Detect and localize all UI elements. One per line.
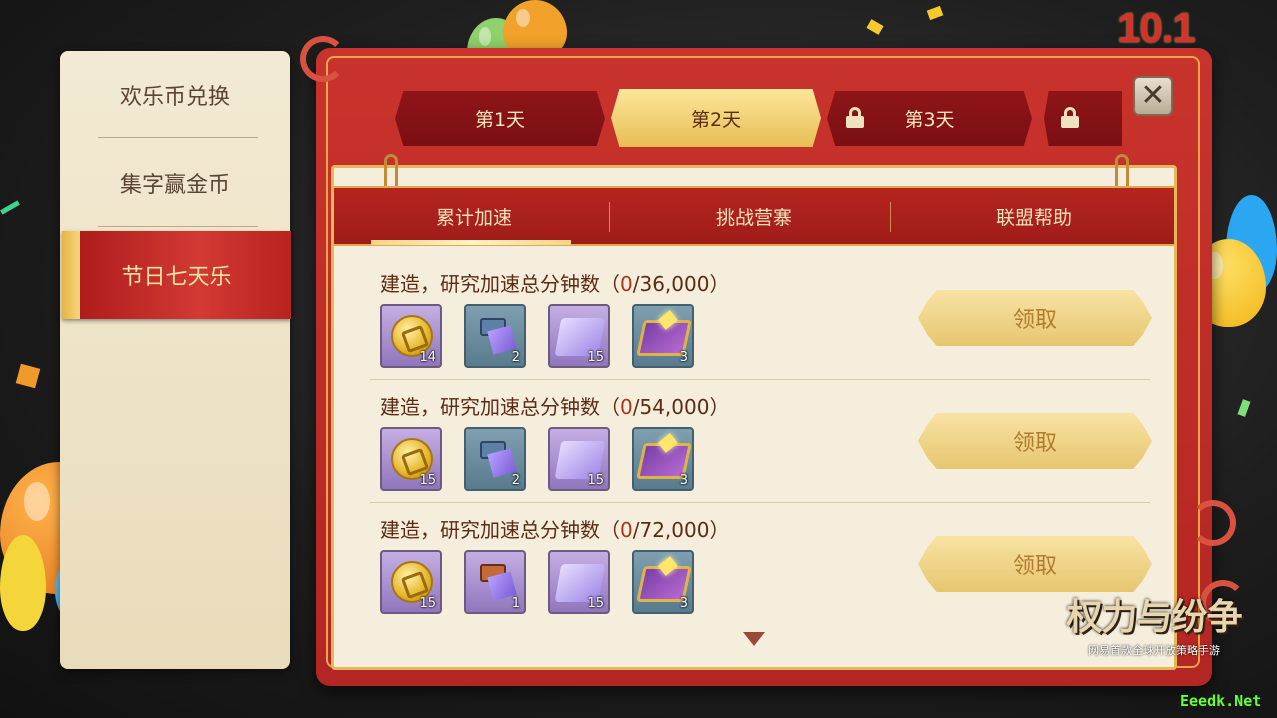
sub-tab-bar: 累计加速 挑战营寨 联盟帮助 bbox=[334, 186, 1174, 246]
claim-button-label: 领取 bbox=[1012, 431, 1057, 456]
row-divider bbox=[370, 502, 1150, 503]
task-title-suffix: /72,000） bbox=[632, 518, 730, 542]
cloud-ornament-decoration bbox=[300, 36, 346, 82]
sidebar-item-label: 欢乐币兑换 bbox=[119, 85, 230, 110]
sidebar-item-collect-characters[interactable]: 集字赢金币 bbox=[60, 139, 290, 227]
reward-count: 15 bbox=[419, 473, 436, 488]
sidebar-item-label: 集字赢金币 bbox=[119, 173, 230, 198]
tab-day-4[interactable] bbox=[1044, 91, 1122, 146]
sidebar-divider bbox=[98, 137, 258, 138]
tab-alliance-help[interactable]: 联盟帮助 bbox=[894, 188, 1174, 244]
reward-item[interactable]: 1 bbox=[464, 550, 526, 614]
task-row: 建造，研究加速总分钟数（0/36,000） 14 2 15 3 领取 bbox=[370, 268, 1152, 390]
scroll-down-arrow-icon[interactable] bbox=[743, 632, 765, 646]
tab-label: 第3天 bbox=[904, 109, 955, 131]
confetti-decoration bbox=[0, 200, 20, 215]
tab-day-3[interactable]: 第3天 bbox=[827, 91, 1032, 146]
task-row: 建造，研究加速总分钟数（0/54,000） 15 2 15 3 领取 bbox=[370, 391, 1152, 513]
reward-count: 2 bbox=[511, 473, 520, 488]
logo-title: 权力与纷争 bbox=[1066, 596, 1242, 638]
holiday-banner-text: 10.1 bbox=[1117, 4, 1196, 51]
claim-button-label: 领取 bbox=[1012, 308, 1057, 333]
reward-item[interactable]: 3 bbox=[632, 427, 694, 491]
task-title: 建造，研究加速总分钟数（0/36,000） bbox=[380, 268, 729, 297]
reward-count: 3 bbox=[679, 473, 688, 488]
reward-count: 2 bbox=[511, 350, 520, 365]
confetti-decoration bbox=[926, 5, 944, 21]
reward-count: 3 bbox=[679, 350, 688, 365]
reward-count: 15 bbox=[419, 596, 436, 611]
reward-item[interactable]: 15 bbox=[380, 427, 442, 491]
reward-item[interactable]: 15 bbox=[548, 550, 610, 614]
tab-label: 累计加速 bbox=[435, 206, 512, 229]
task-row: 建造，研究加速总分钟数（0/72,000） 15 1 15 3 领取 bbox=[370, 514, 1152, 636]
close-icon: ✕ bbox=[1140, 78, 1166, 113]
claim-button-label: 领取 bbox=[1012, 554, 1057, 579]
tab-divider bbox=[609, 202, 610, 232]
task-progress: 0 bbox=[620, 272, 633, 296]
task-progress: 0 bbox=[620, 395, 633, 419]
task-title-suffix: /54,000） bbox=[632, 395, 730, 419]
reward-item[interactable]: 3 bbox=[632, 550, 694, 614]
tab-day-2[interactable]: 第2天 bbox=[611, 89, 821, 147]
claim-button[interactable]: 领取 bbox=[918, 290, 1152, 346]
reward-item[interactable]: 3 bbox=[632, 304, 694, 368]
tab-label: 联盟帮助 bbox=[995, 206, 1072, 229]
task-title: 建造，研究加速总分钟数（0/72,000） bbox=[380, 514, 729, 543]
sidebar-item-currency-exchange[interactable]: 欢乐币兑换 bbox=[60, 51, 290, 139]
game-logo: 权力与纷争 网易首款全球开放策略手游 bbox=[1064, 588, 1244, 658]
lock-icon bbox=[1060, 107, 1080, 128]
reward-count: 14 bbox=[419, 350, 436, 365]
active-tab-indicator bbox=[371, 240, 571, 245]
task-title: 建造，研究加速总分钟数（0/54,000） bbox=[380, 391, 729, 420]
tab-divider bbox=[890, 202, 891, 232]
chest-scroll-icon bbox=[476, 316, 517, 356]
sidebar-item-holiday-seven-days[interactable]: 节日七天乐 bbox=[62, 231, 291, 319]
reward-item[interactable]: 15 bbox=[548, 427, 610, 491]
sidebar-item-label: 节日七天乐 bbox=[121, 265, 232, 290]
claim-button[interactable]: 领取 bbox=[918, 413, 1152, 469]
reward-count: 15 bbox=[587, 596, 604, 611]
tab-label: 第1天 bbox=[474, 109, 526, 131]
sidebar-divider bbox=[98, 226, 258, 227]
task-progress: 0 bbox=[620, 518, 633, 542]
reward-item[interactable]: 2 bbox=[464, 427, 526, 491]
tab-label: 挑战营寨 bbox=[715, 206, 792, 229]
tab-challenge-camp[interactable]: 挑战营寨 bbox=[614, 188, 894, 244]
reward-item[interactable]: 15 bbox=[548, 304, 610, 368]
task-title-suffix: /36,000） bbox=[632, 272, 730, 296]
confetti-decoration bbox=[866, 19, 884, 35]
chest-scroll-icon bbox=[476, 439, 517, 479]
tab-day-1[interactable]: 第1天 bbox=[395, 91, 605, 146]
cloud-ornament-decoration bbox=[1190, 500, 1236, 546]
reward-count: 15 bbox=[587, 473, 604, 488]
close-button[interactable]: ✕ bbox=[1133, 76, 1173, 116]
reward-item[interactable]: 14 bbox=[380, 304, 442, 368]
reward-count: 3 bbox=[679, 596, 688, 611]
watermark: Eeedk.Net bbox=[1180, 692, 1262, 710]
reward-item[interactable]: 2 bbox=[464, 304, 526, 368]
reward-count: 1 bbox=[511, 596, 520, 611]
event-sidebar: 欢乐币兑换 集字赢金币 bbox=[60, 51, 290, 669]
tab-cumulative-speedup[interactable]: 累计加速 bbox=[334, 188, 614, 244]
reward-count: 15 bbox=[587, 350, 604, 365]
gold-chest-scroll-icon bbox=[476, 562, 517, 602]
lock-icon bbox=[845, 107, 865, 128]
confetti-decoration bbox=[15, 363, 41, 389]
reward-item[interactable]: 15 bbox=[380, 550, 442, 614]
tab-label: 第2天 bbox=[690, 108, 742, 131]
task-title-prefix: 建造，研究加速总分钟数（ bbox=[380, 518, 620, 542]
balloon-yellow-left-decoration bbox=[0, 535, 46, 631]
task-title-prefix: 建造，研究加速总分钟数（ bbox=[380, 272, 620, 296]
logo-subtitle: 网易首款全球开放策略手游 bbox=[1088, 644, 1220, 657]
claim-button[interactable]: 领取 bbox=[918, 536, 1152, 592]
confetti-decoration bbox=[1237, 399, 1251, 417]
row-divider bbox=[370, 379, 1150, 380]
task-title-prefix: 建造，研究加速总分钟数（ bbox=[380, 395, 620, 419]
